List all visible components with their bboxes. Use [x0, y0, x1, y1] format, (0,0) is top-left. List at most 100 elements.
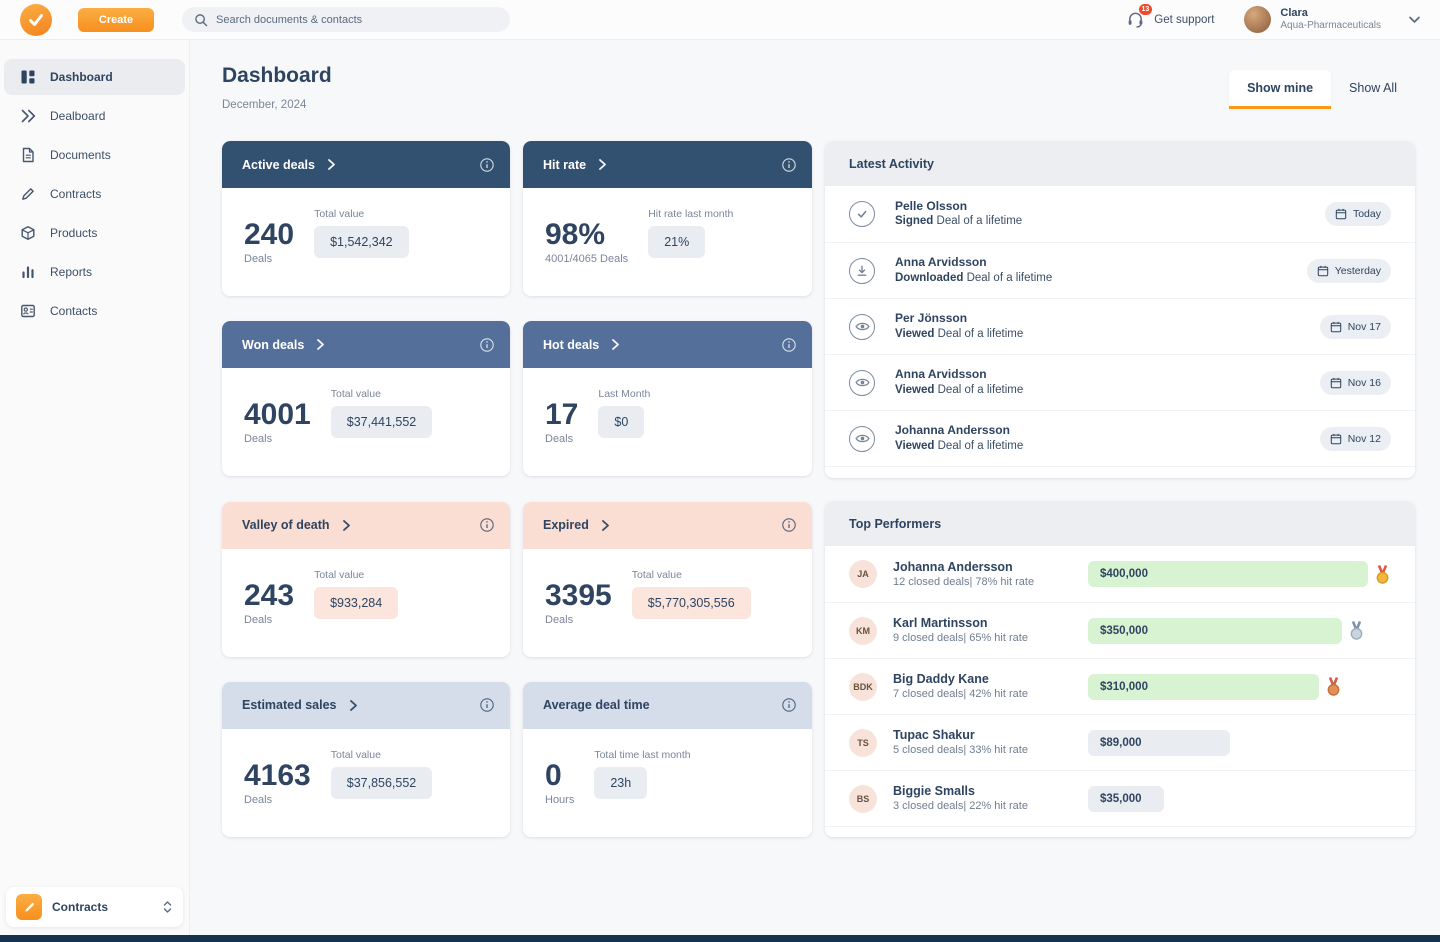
card-header[interactable]: Expired [523, 502, 812, 549]
panel-title: Top Performers [849, 517, 941, 531]
activity-row[interactable]: Anna Arvidsson Downloaded Deal of a life… [825, 242, 1415, 298]
activity-action: Viewed [895, 384, 934, 396]
stat-value: 98% [545, 220, 628, 250]
info-icon[interactable] [782, 158, 796, 172]
info-icon[interactable] [782, 698, 796, 712]
sidebar-item-documents[interactable]: Documents [4, 137, 185, 173]
card-header[interactable]: Active deals [222, 141, 510, 188]
card-header[interactable]: Hot deals [523, 321, 812, 368]
stat-card-hit-rate: Hit rate 98% 4001/4065 Deals Hit rate la… [523, 141, 812, 296]
contacts-icon [20, 303, 36, 319]
sidebar-item-label: Dealboard [50, 109, 105, 123]
reports-chart-icon [20, 264, 36, 280]
performer-name: Johanna Andersson [893, 559, 1088, 575]
dashboard-icon [20, 69, 36, 85]
sidebar-item-contacts[interactable]: Contacts [4, 293, 185, 329]
card-header[interactable]: Valley of death [222, 502, 510, 549]
sidebar-item-products[interactable]: Products [4, 215, 185, 251]
stat-sub-value: $5,770,305,556 [632, 587, 751, 619]
activity-date: Nov 12 [1348, 433, 1381, 445]
sidebar-item-label: Contracts [50, 187, 101, 201]
app-logo-icon[interactable] [20, 4, 52, 36]
activity-row[interactable]: Per Jönsson Viewed Deal of a lifetime No… [825, 298, 1415, 354]
performer-row[interactable]: TS Tupac Shakur 5 closed deals| 33% hit … [825, 714, 1415, 770]
activity-object: Deal of a lifetime [938, 384, 1024, 396]
performer-name: Karl Martinsson [893, 615, 1088, 631]
get-support-button[interactable]: 13 Get support [1126, 10, 1214, 29]
activity-object: Deal of a lifetime [938, 328, 1024, 340]
documents-icon [20, 147, 36, 163]
stat-unit: Deals [244, 253, 294, 265]
stat-value: 3395 [545, 581, 612, 611]
avatar-initials: KM [849, 617, 877, 645]
stat-card-valley-of-death: Valley of death 243 Deals Total value $9… [222, 502, 510, 657]
calendar-icon [1335, 208, 1347, 220]
activity-row[interactable]: Johanna Andersson [825, 466, 1415, 478]
sidebar-item-contracts[interactable]: Contracts [4, 176, 185, 212]
stat-unit: Deals [244, 433, 311, 445]
stat-card-won-deals: Won deals 4001 Deals Total value $37,441… [222, 321, 510, 476]
chevron-down-icon[interactable] [1409, 16, 1420, 24]
stat-sub-value: 23h [594, 767, 647, 799]
info-icon[interactable] [480, 518, 494, 532]
calendar-icon [1330, 321, 1342, 333]
performer-stats: 7 closed deals| 42% hit rate [893, 687, 1088, 701]
card-header[interactable]: Estimated sales [222, 682, 510, 729]
tab-show-mine[interactable]: Show mine [1229, 70, 1331, 109]
activity-name: Anna Arvidsson [895, 367, 1320, 383]
viewed-icon [849, 370, 875, 396]
calendar-icon [1317, 265, 1329, 277]
stat-sub-label: Total value [331, 388, 433, 400]
performer-row[interactable]: JA Johanna Andersson 12 closed deals| 78… [825, 546, 1415, 602]
downloaded-icon [849, 258, 875, 284]
sidebar-item-dealboard[interactable]: Dealboard [4, 98, 185, 134]
card-title: Hot deals [543, 338, 599, 352]
card-header[interactable]: Won deals [222, 321, 510, 368]
stat-unit: Deals [545, 433, 578, 445]
stat-sub-label: Total value [314, 208, 409, 220]
performer-stats: 3 closed deals| 22% hit rate [893, 799, 1088, 813]
search-input[interactable] [216, 14, 476, 26]
activity-date-badge: Today [1325, 202, 1391, 226]
right-column: Latest Activity Pelle Olsson Signed Deal… [825, 141, 1415, 837]
sidebar-item-reports[interactable]: Reports [4, 254, 185, 290]
user-menu[interactable]: Clara Aqua-Pharmaceuticals [1244, 6, 1420, 33]
activity-row[interactable]: Johanna Andersson Viewed Deal of a lifet… [825, 410, 1415, 466]
performer-stats: 9 closed deals| 65% hit rate [893, 631, 1088, 645]
activity-row[interactable]: Anna Arvidsson Viewed Deal of a lifetime… [825, 354, 1415, 410]
activity-name: Anna Arvidsson [895, 255, 1307, 271]
search-icon [194, 13, 208, 27]
activity-date: Today [1353, 208, 1381, 220]
card-header[interactable]: Hit rate [523, 141, 812, 188]
activity-row[interactable]: Pelle Olsson Signed Deal of a lifetime T… [825, 186, 1415, 242]
performer-row[interactable]: JA Johanna Andersson [825, 826, 1415, 837]
performer-row[interactable]: BS Biggie Smalls 3 closed deals| 22% hit… [825, 770, 1415, 826]
user-name: Clara [1280, 7, 1381, 20]
performer-row[interactable]: BDK Big Daddy Kane 7 closed deals| 42% h… [825, 658, 1415, 714]
products-box-icon [20, 225, 36, 241]
performer-row[interactable]: KM Karl Martinsson 9 closed deals| 65% h… [825, 602, 1415, 658]
card-header[interactable]: Average deal time [523, 682, 812, 729]
create-button[interactable]: Create [78, 8, 154, 32]
sidebar-item-dashboard[interactable]: Dashboard [4, 59, 185, 95]
info-icon[interactable] [782, 338, 796, 352]
chevron-up-down-icon[interactable] [162, 900, 173, 914]
user-avatar[interactable] [1244, 6, 1271, 33]
info-icon[interactable] [480, 698, 494, 712]
workspace-switcher[interactable]: Contracts [6, 887, 183, 927]
support-label: Get support [1154, 14, 1214, 26]
bottom-bar [0, 935, 1440, 942]
activity-date-badge: Yesterday [1307, 259, 1391, 283]
silver-medal-icon [1349, 621, 1364, 640]
info-icon[interactable] [480, 158, 494, 172]
info-icon[interactable] [480, 338, 494, 352]
tab-show-all[interactable]: Show All [1331, 70, 1415, 109]
contracts-pen-icon [20, 186, 36, 202]
info-icon[interactable] [782, 518, 796, 532]
avatar-initials: BS [849, 785, 877, 813]
performer-amount: $310,000 [1100, 681, 1148, 693]
chevron-right-icon [612, 339, 619, 350]
stat-sub-value: 21% [648, 226, 705, 258]
stat-value: 4001 [244, 400, 311, 430]
search-bar[interactable] [182, 7, 510, 32]
